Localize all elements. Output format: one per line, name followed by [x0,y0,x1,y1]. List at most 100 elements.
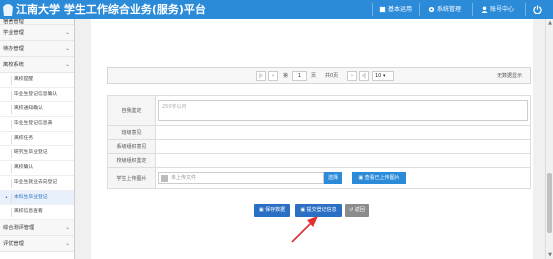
sidebar-group-awards[interactable]: 评优管理 ⌄ [0,235,74,252]
sidebar-group-label: 评优管理 [3,240,24,247]
sidebar-group-label: 综合测评管理 [3,224,35,231]
main-content: |‹ ‹ 第 1 页 共0页 › ›| 10 ▾ 无数据显示 自我鉴定 250字… [76,19,545,259]
sidebar-item-postgrad-registration[interactable]: 研究生毕业登记 [0,146,74,162]
sidebar-item-leaving-confirm[interactable]: 离校确认 [0,161,74,176]
submit-icon: ▣ [300,207,306,213]
sidebar-group-label: 离校系统 [3,62,24,68]
tree-line [11,208,12,218]
sidebar-group-todo[interactable]: 待办管理 ⌄ [0,41,74,57]
back-button[interactable]: ↺ 返回 [345,204,369,217]
scroll-down-icon[interactable]: ▼ [546,252,553,258]
file-path-field[interactable]: 未上传文件 [158,172,324,184]
scroll-up-icon[interactable]: ▲ [546,20,553,26]
prev-page-button[interactable]: ‹ [268,71,278,81]
top-bar: 江南大学 学生工作综合业务(服务)平台 基本运用 系统管理 账号中心 [0,0,553,19]
divider [472,3,473,16]
page-size-select[interactable]: 10 ▾ [372,71,394,81]
view-uploaded-image-button[interactable]: ▣ 查看已上传图片 [352,172,406,184]
sidebar-item-label: 离校通知确认 [14,106,43,112]
back-label: 返回 [354,207,365,213]
power-icon[interactable] [533,5,542,14]
vertical-scrollbar[interactable]: ▲ ▼ [545,19,553,259]
account-center-button[interactable]: 账号中心 [481,0,514,19]
photo-upload-cell: 未上传文件 选择 ▣ 查看已上传图片 [155,167,531,189]
photo-upload-label: 学生上传图片 [107,167,156,189]
last-page-button[interactable]: ›| [359,71,369,81]
save-button[interactable]: ▣ 保存数据 [254,204,290,217]
form-row: 校级组织鉴定 [107,153,531,168]
sidebar-item-graduate-info-form[interactable]: 毕业生登记信息表 [0,117,74,132]
sidebar-item-label: 离校信息查看 [14,209,43,215]
empty-message: 无数据显示 [496,73,522,79]
divider [372,3,373,16]
sidebar-item-leaving-tasks[interactable]: 离校任务 [0,131,74,147]
app-title: 江南大学 学生工作综合业务(服务)平台 [16,3,206,16]
submit-registration-button[interactable]: ▣ 提交登记信息 [295,204,342,217]
gear-icon [428,6,435,13]
tree-line [11,76,12,85]
school-assessment-label: 校级组织鉴定 [107,153,156,168]
user-icon [481,6,488,13]
sidebar-item-leaving-notice-confirm[interactable]: 离校通知确认 [0,102,74,118]
form-row: 自我鉴定 250字以内 [107,95,531,126]
sidebar-item-leaving-info-view[interactable]: 离校信息查看 [0,205,74,220]
sidebar-item-label: 离校确认 [14,165,34,171]
submit-label: 提交登记信息 [306,207,337,213]
class-opinion-label: 班级意见 [107,125,156,140]
tree-line [11,178,12,188]
registration-form: 自我鉴定 250字以内 班级意见 系级组织意见 校级组织鉴定 学生上传图片 未上… [107,95,531,189]
sidebar-group-evaluation[interactable]: 综合测评管理 ⌄ [0,219,74,236]
tree-line [11,90,12,100]
sidebar-item-label: 离校提醒 [14,77,34,82]
system-settings-label: 系统管理 [437,6,462,13]
page-size-value: 10 [375,73,382,79]
chevron-down-icon: ⌄ [64,61,70,68]
sidebar-group-leaving-school[interactable]: 离校系统 ⌄ [0,57,74,73]
basic-app-label: 基本运用 [388,6,413,13]
divider [525,3,526,16]
undo-icon: ↺ [349,207,354,213]
form-row: 系级组织意见 [107,139,531,154]
tree-line [11,105,12,115]
chevron-down-icon: ⌄ [64,239,70,247]
school-assessment-value [155,153,531,168]
class-opinion-value [155,125,531,140]
browse-button[interactable]: 选择 [324,172,342,184]
image-icon: ▣ [358,175,364,181]
page-suffix: 页 [311,73,317,79]
chevron-down-icon: ⌄ [64,45,70,52]
scrollbar-thumb[interactable] [547,173,552,233]
chevron-down-icon: ⌄ [64,29,70,36]
sidebar-item-leaving-reminder[interactable]: 离校提醒 [0,73,74,88]
page-prefix: 第 [283,73,289,79]
basic-app-button[interactable]: 基本运用 [379,0,412,19]
sidebar-item-label: 毕业生登记信息表 [14,121,53,127]
sidebar-item-employment-registration[interactable]: 毕业生就业去向登记 [0,175,74,191]
sidebar-item-label: 研究生毕业登记 [14,150,48,156]
file-path-placeholder: 未上传文件 [171,175,197,181]
form-row: 学生上传图片 未上传文件 选择 ▣ 查看已上传图片 [107,167,531,189]
sidebar-item-graduate-info-confirm[interactable]: 毕业生登记信息确认 [0,87,74,103]
form-row: 班级意见 [107,125,531,140]
sidebar-item-label: 离校任务 [14,135,34,141]
save-label: 保存数据 [265,207,286,213]
form-card: |‹ ‹ 第 1 页 共0页 › ›| 10 ▾ 无数据显示 自我鉴定 250字… [91,19,533,259]
sidebar: 宿舍管理 学业管理 ⌄ 待办管理 ⌄ 离校系统 ⌄ 离校提醒 毕业生登记信息确认… [0,19,75,259]
tree-line [11,120,12,130]
view-uploaded-image-label: 查看已上传图片 [364,175,400,181]
total-pages: 共0页 [325,73,339,79]
self-assessment-textarea[interactable]: 250字以内 [158,100,528,121]
bullet-icon: • [5,194,8,201]
sidebar-group-academic[interactable]: 学业管理 ⌄ [0,25,74,41]
chevron-down-icon: ▾ [382,73,386,79]
system-settings-button[interactable]: 系统管理 [428,0,461,19]
sidebar-item-undergrad-registration[interactable]: • 本科生毕业登记 [0,190,74,206]
sidebar-item-label: 本科生毕业登记 [14,194,48,200]
home-icon [379,6,386,13]
save-icon: ▣ [258,207,264,213]
first-page-button[interactable]: |‹ [256,71,266,81]
file-icon [161,175,168,182]
page-number-input[interactable]: 1 [292,71,307,81]
next-page-button[interactable]: › [347,71,357,81]
self-assessment-label: 自我鉴定 [107,95,156,126]
